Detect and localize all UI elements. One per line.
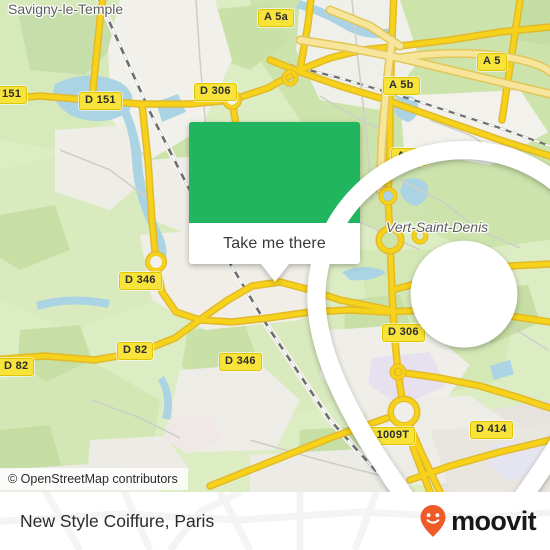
road-shield[interactable]: A 5 — [477, 53, 507, 71]
road-shield[interactable]: D 346 — [119, 272, 162, 290]
moovit-wordmark: moovit — [451, 505, 537, 536]
map-pin-icon — [307, 140, 550, 492]
callout-pointer-tail — [260, 264, 289, 282]
road-shield[interactable]: D 151 — [79, 92, 122, 110]
road-shield[interactable]: A 5a — [258, 9, 295, 27]
take-me-there-label: Take me there — [223, 234, 326, 252]
callout-footer[interactable]: Take me there — [189, 223, 360, 282]
road-shield[interactable]: A 5b — [383, 77, 420, 95]
moovit-smiley-pin-icon — [420, 505, 446, 537]
road-shield[interactable]: 151 — [0, 86, 28, 104]
road-shield[interactable]: D 82 — [0, 358, 35, 376]
callout-header — [189, 122, 550, 492]
moovit-brand[interactable]: moovit — [419, 492, 537, 550]
map-screenshot: Savigny-le-Temple Vert-Saint-Denis 151 D… — [0, 0, 550, 550]
map-canvas[interactable]: Savigny-le-Temple Vert-Saint-Denis 151 D… — [0, 0, 550, 492]
place-title: New Style Coiffure, Paris — [20, 510, 215, 531]
road-shield[interactable]: D 82 — [117, 342, 154, 360]
location-callout-card[interactable]: Take me there — [189, 122, 550, 492]
footer-bar: New Style Coiffure, Paris moovit — [0, 492, 550, 550]
road-shield[interactable]: D 306 — [194, 83, 237, 101]
osm-attribution[interactable]: © OpenStreetMap contributors — [0, 468, 188, 490]
place-label: Savigny-le-Temple — [8, 1, 124, 17]
